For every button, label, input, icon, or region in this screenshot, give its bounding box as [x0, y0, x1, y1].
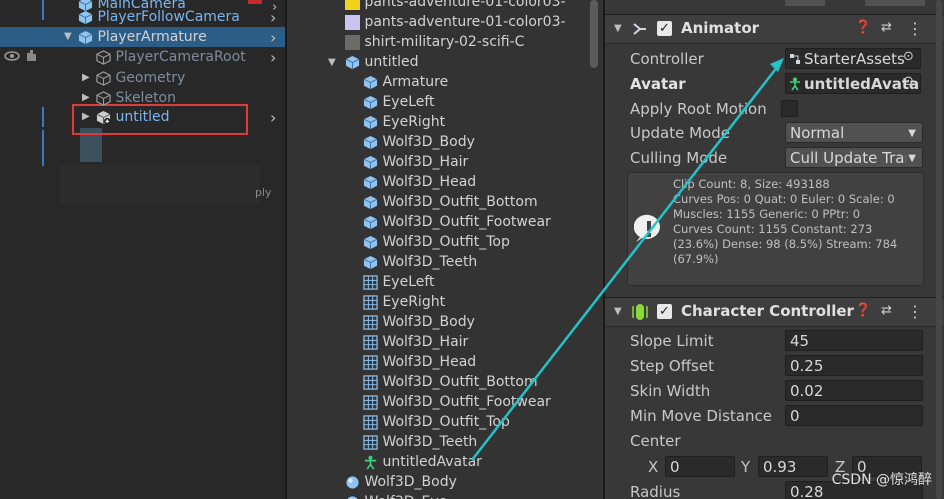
arrow-head — [770, 58, 784, 72]
arrow-line — [471, 65, 779, 461]
annotation-arrow — [471, 58, 784, 461]
watermark: CSDN @惊鸿醉 — [831, 472, 932, 488]
